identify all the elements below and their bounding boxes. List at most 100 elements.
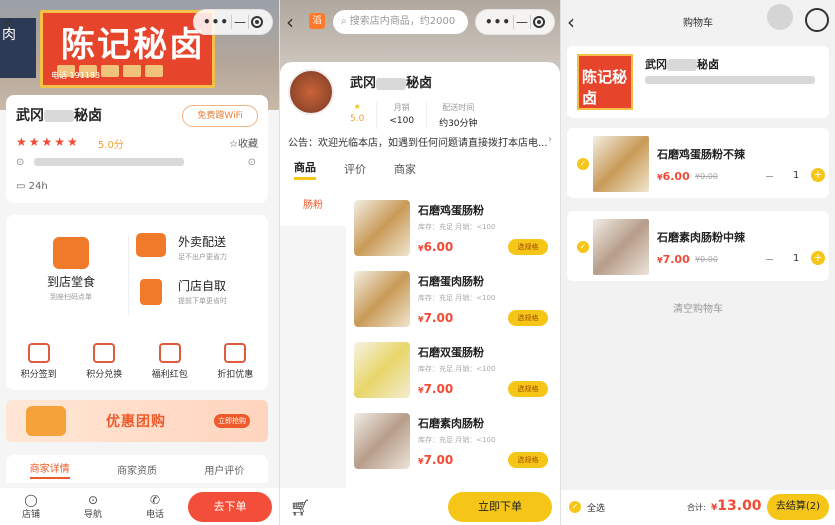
stat-rating: ★ 5.0 xyxy=(350,102,378,129)
red-packet[interactable]: 福利红包 xyxy=(152,343,188,380)
select-spec-button[interactable]: 选规格 xyxy=(508,310,548,326)
nav-shop[interactable]: ◯ 店铺 xyxy=(0,493,62,520)
close-capsule-icon[interactable] xyxy=(532,16,545,28)
select-spec-button[interactable]: 选规格 xyxy=(508,239,548,255)
product-item[interactable]: 石磨鸡蛋肠粉 库存：充足 月销：<100 ¥6.00 选规格 xyxy=(354,200,554,262)
select-all-checkbox-icon[interactable]: ✓ xyxy=(569,501,581,513)
close-capsule-icon[interactable] xyxy=(805,8,829,32)
product-name: 石磨双蛋肠粉 xyxy=(418,346,484,359)
tab-reviews[interactable]: 评价 xyxy=(344,161,366,177)
pickup-option[interactable]: 门店自取 提前下单更省时 xyxy=(136,277,256,306)
category-item[interactable]: 肠粉 xyxy=(280,186,346,226)
nav-navigate[interactable]: ⊙ 导航 xyxy=(62,493,124,520)
product-price: ¥6.00 xyxy=(418,240,454,254)
minimize-icon[interactable]: — xyxy=(516,15,528,29)
product-price: ¥7.00 xyxy=(418,453,454,467)
product-image xyxy=(593,219,649,275)
buy-now-button[interactable]: 立即抢购 xyxy=(214,414,250,428)
opening-hours: ▭ 24h xyxy=(16,181,48,192)
select-all-label[interactable]: 全选 xyxy=(587,501,605,514)
discount-icon xyxy=(224,343,247,363)
group-buy-title: 优惠团购 xyxy=(106,414,166,430)
product-image xyxy=(593,136,649,192)
shop-stats: ★ 5.0 月销 <100 配送时间 约30分钟 xyxy=(350,102,502,129)
store-icon xyxy=(53,237,89,269)
shop-name: 武冈 秘卤 xyxy=(350,76,433,91)
mini-program-capsule[interactable]: ••• — xyxy=(193,9,273,35)
phone-icon: ✆ xyxy=(149,493,161,507)
decrease-button[interactable]: − xyxy=(765,253,774,266)
back-icon[interactable]: ‹ xyxy=(286,12,294,32)
stat-monthly-sales: 月销 <100 xyxy=(389,102,428,129)
item-name: 石磨鸡蛋肠粉不辣 xyxy=(657,148,745,161)
product-list: 石磨鸡蛋肠粉 库存：充足 月销：<100 ¥6.00 选规格 石磨蛋肉肠粉 库存… xyxy=(346,186,560,488)
menu-tabs: 商品 评价 商家 xyxy=(280,152,560,186)
tab-merchant[interactable]: 商家 xyxy=(394,161,416,177)
checkbox-checked-icon[interactable]: ✓ xyxy=(577,241,589,253)
place-order-button[interactable]: 去下单 xyxy=(188,492,272,522)
dine-in-subtitle: 到座扫码点单 xyxy=(50,293,92,301)
bottom-bar: 🛒︎ 立即下单 xyxy=(280,488,560,525)
share-icon[interactable] xyxy=(767,4,793,30)
points-exchange[interactable]: 积分兑换 xyxy=(86,343,122,380)
address-row[interactable]: ⊙ ⊙ xyxy=(16,157,256,168)
product-price: ¥7.00 xyxy=(418,382,454,396)
mini-program-capsule[interactable]: ••• — xyxy=(475,9,555,35)
pin-icon: ⊙ xyxy=(87,493,99,507)
nav-phone[interactable]: ✆ 电话 xyxy=(124,493,186,520)
product-item[interactable]: 石磨双蛋肠粉 库存：充足 月销：<100 ¥7.00 选规格 xyxy=(354,342,554,404)
divider xyxy=(128,235,129,315)
minimize-icon[interactable]: — xyxy=(234,15,246,29)
close-capsule-icon[interactable] xyxy=(250,16,263,28)
more-icon[interactable]: ••• xyxy=(203,15,229,29)
select-spec-button[interactable]: 选规格 xyxy=(508,452,548,468)
dine-in-title: 到店堂食 xyxy=(46,275,95,289)
delivery-title: 外卖配送 xyxy=(178,235,227,249)
item-original-price: ¥0.00 xyxy=(695,255,718,264)
more-icon[interactable]: ••• xyxy=(485,15,511,29)
delivery-option[interactable]: 外卖配送 足不出户更省力 xyxy=(136,233,256,262)
product-name: 石磨素肉肠粉 xyxy=(418,417,484,430)
shop-signboard: 陈记秘卤 电话 191183 xyxy=(40,10,215,88)
search-icon: ⌕ xyxy=(341,16,347,27)
discount[interactable]: 折扣优惠 xyxy=(217,343,253,380)
clear-cart-link[interactable]: 清空购物车 xyxy=(561,300,835,315)
gift-icon xyxy=(26,406,66,436)
product-meta: 库存：充足 月销：<100 xyxy=(418,436,496,444)
increase-button[interactable]: + xyxy=(811,251,825,265)
dine-in-option[interactable]: 到店堂食 到座扫码点单 xyxy=(36,237,106,302)
shop-header-card: 武冈 秘卤 ★ 5.0 月销 <100 配送时间 约30分钟 公告：欢迎光临本店，如遇到… xyxy=(280,62,560,162)
tab-qualifications[interactable]: 商家资质 xyxy=(117,462,157,477)
basket-icon xyxy=(93,343,116,363)
decrease-button[interactable]: − xyxy=(765,170,774,183)
checkbox-checked-icon[interactable]: ✓ xyxy=(577,158,589,170)
chevron-right-icon[interactable]: › xyxy=(548,134,552,145)
tab-goods[interactable]: 商品 xyxy=(294,159,316,180)
cart-item: ✓ 石磨鸡蛋肠粉不辣 ¥6.00 ¥0.00 − 1 + xyxy=(567,128,829,198)
shop-thumbnail: 陈记秘卤 xyxy=(577,54,633,110)
product-item[interactable]: 石磨素肉肠粉 库存：充足 月销：<100 ¥7.00 选规格 xyxy=(354,413,554,475)
cart-icon[interactable]: 🛒︎ xyxy=(290,498,310,517)
rating-stars: ★★★★★ xyxy=(16,135,80,149)
back-icon[interactable]: ‹ xyxy=(4,12,12,32)
increase-button[interactable]: + xyxy=(811,168,825,182)
product-meta: 库存：充足 月销：<100 xyxy=(418,365,496,373)
product-item[interactable]: 石磨蛋肉肠粉 库存：充足 月销：<100 ¥7.00 选规格 xyxy=(354,271,554,333)
delivery-subtitle: 足不出户更省力 xyxy=(178,253,227,261)
shop-notice[interactable]: 公告：欢迎光临本店，如遇到任何问题请直接拨打本店电... xyxy=(288,134,552,149)
order-now-button[interactable]: 立即下单 xyxy=(448,492,552,522)
tab-reviews[interactable]: 用户评价 xyxy=(204,462,244,477)
search-input[interactable]: ⌕ 搜索店内商品，约2000 xyxy=(333,10,468,34)
tab-shop-details[interactable]: 商家详情 xyxy=(29,460,70,479)
product-meta: 库存：充足 月销：<100 xyxy=(418,294,496,302)
navigate-icon[interactable]: ⊙ xyxy=(248,157,256,168)
star-outline-icon: ☆ xyxy=(229,139,238,150)
free-wifi-button[interactable]: 免费蹭WiFi xyxy=(182,105,258,127)
group-buy-banner[interactable]: 优惠团购 立即抢购 xyxy=(6,400,268,442)
collect-button[interactable]: ☆收藏 xyxy=(229,135,258,150)
select-spec-button[interactable]: 选规格 xyxy=(508,381,548,397)
cart-item: ✓ 石磨素肉肠粉中辣 ¥7.00 ¥0.00 − 1 + xyxy=(567,211,829,281)
checkout-button[interactable]: 去结算(2) xyxy=(767,494,829,520)
rating-score: 5.0分 xyxy=(98,140,124,151)
checkin-points[interactable]: 积分签到 xyxy=(21,343,57,380)
